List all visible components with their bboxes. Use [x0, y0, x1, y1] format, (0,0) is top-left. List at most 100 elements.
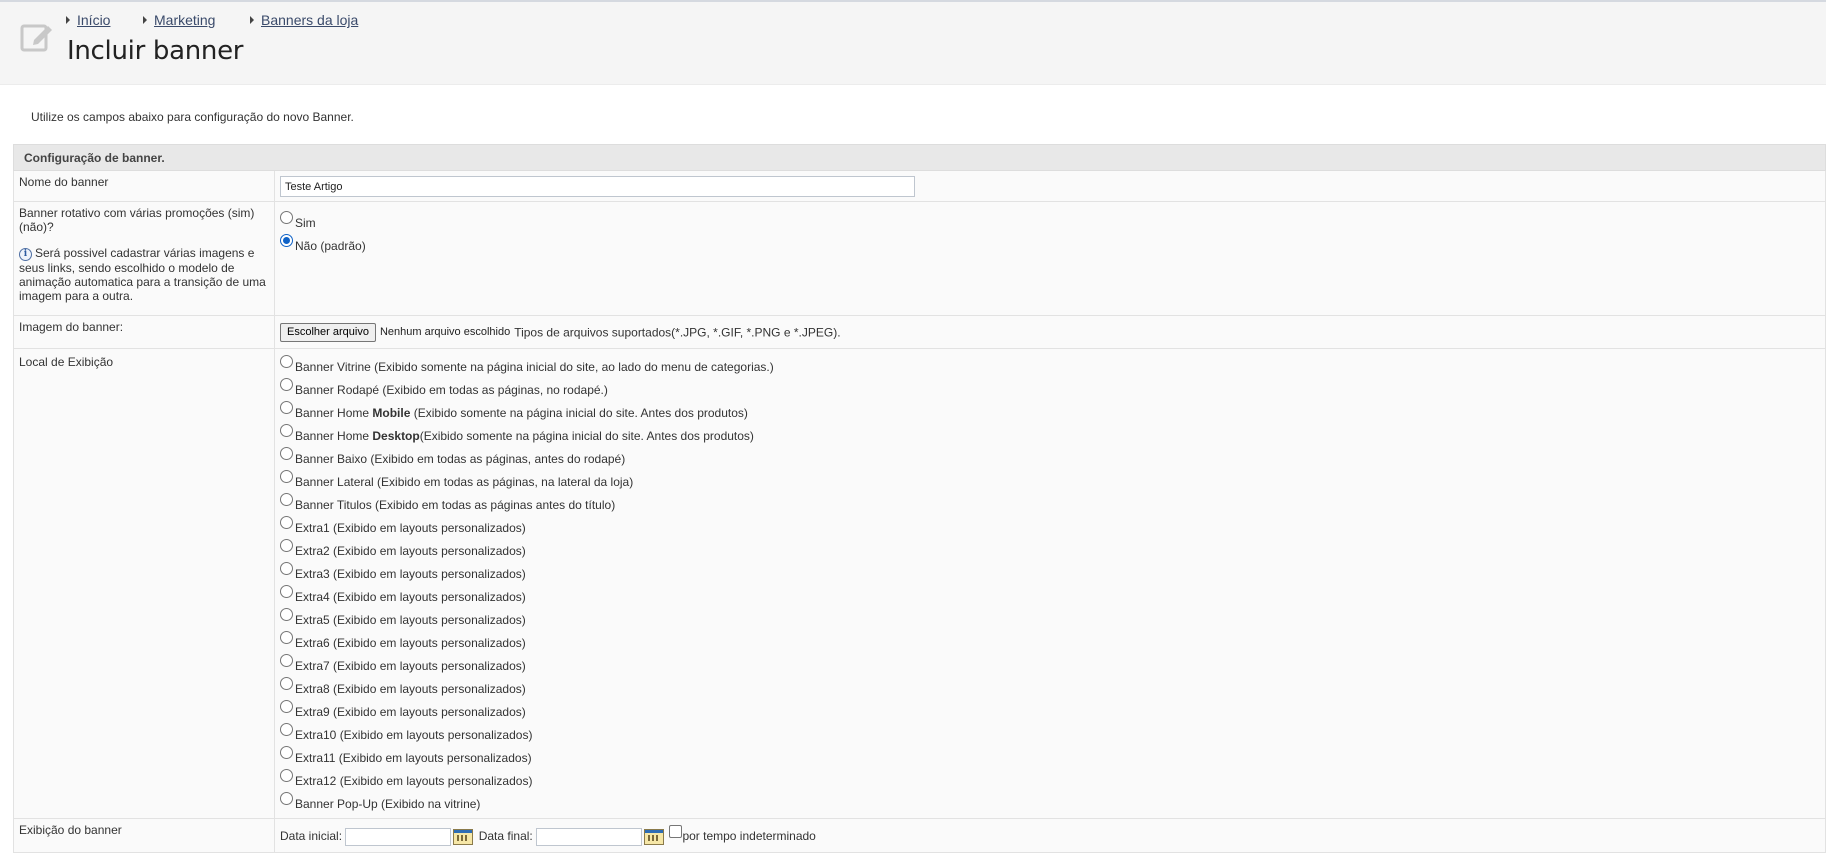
location-options: Banner Vitrine (Exibido somente na págin… — [274, 348, 1826, 819]
location-option[interactable]: Extra8 (Exibido em layouts personalizado… — [280, 677, 1820, 700]
location-option-emphasis: Mobile — [372, 406, 411, 420]
location-option[interactable]: Extra6 (Exibido em layouts personalizado… — [280, 631, 1820, 654]
radio-nao[interactable] — [280, 234, 293, 247]
location-radio[interactable] — [280, 424, 293, 437]
breadcrumb-link-marketing[interactable]: Marketing — [154, 12, 215, 28]
breadcrumb-item-inicio: Início — [66, 12, 110, 28]
location-option[interactable]: Banner Titulos (Exibido em todas as pági… — [280, 493, 1820, 516]
location-option[interactable]: Extra3 (Exibido em layouts personalizado… — [280, 562, 1820, 585]
banner-name-input[interactable] — [280, 176, 915, 197]
caret-right-icon — [250, 16, 254, 24]
radio-sim[interactable] — [280, 211, 293, 224]
location-option[interactable]: Extra11 (Exibido em layouts personalizad… — [280, 746, 1820, 769]
location-option-label: Banner Home — [295, 429, 373, 443]
rotating-note: i Será possivel cadastrar várias imagens … — [19, 246, 269, 303]
location-option-label: Extra9 (Exibido em layouts personalizado… — [295, 705, 526, 719]
location-option[interactable]: Banner Home Desktop(Exibido somente na p… — [280, 424, 1820, 447]
rotating-label: Banner rotativo com várias promoções (si… — [19, 206, 255, 234]
location-option[interactable]: Extra2 (Exibido em layouts personalizado… — [280, 539, 1820, 562]
location-radio[interactable] — [280, 516, 293, 529]
breadcrumb-link-inicio[interactable]: Início — [77, 12, 110, 28]
location-option-label: Extra8 (Exibido em layouts personalizado… — [295, 682, 526, 696]
row-rotating: Banner rotativo com várias promoções (si… — [13, 201, 1826, 316]
location-option-label: Banner Titulos (Exibido em todas as pági… — [295, 498, 616, 512]
location-radio[interactable] — [280, 654, 293, 667]
location-option-description: (Exibido somente na página inicial do si… — [410, 406, 748, 420]
rotating-option-sim[interactable]: Sim — [280, 211, 1820, 234]
file-types-text: Tipos de arquivos suportados(*.JPG, *.GI… — [514, 325, 841, 340]
row-banner-name: Nome do banner — [13, 170, 1826, 202]
location-radio[interactable] — [280, 792, 293, 805]
no-file-text: Nenhum arquivo escolhido — [379, 326, 511, 339]
location-radio[interactable] — [280, 585, 293, 598]
page-title: Incluir banner — [67, 36, 244, 66]
start-date-input[interactable] — [345, 827, 452, 846]
calendar-icon[interactable] — [453, 828, 474, 845]
location-option[interactable]: Banner Baixo (Exibido em todas as página… — [280, 447, 1820, 470]
location-option-label: Banner Vitrine (Exibido somente na págin… — [295, 360, 774, 374]
location-option[interactable]: Extra12 (Exibido em layouts personalizad… — [280, 769, 1820, 792]
location-radio[interactable] — [280, 677, 293, 690]
section-title: Configuração de banner. — [13, 144, 1826, 171]
indefinite-checkbox[interactable] — [669, 825, 683, 838]
rotating-option-nao-label: Não (padrão) — [295, 239, 366, 253]
row-location: Local de Exibição Banner Vitrine (Exibid… — [13, 348, 1826, 819]
location-option[interactable]: Extra9 (Exibido em layouts personalizado… — [280, 700, 1820, 723]
location-radio[interactable] — [280, 700, 293, 713]
location-option-label: Extra10 (Exibido em layouts personalizad… — [295, 728, 533, 742]
banner-name-label: Nome do banner — [13, 170, 275, 202]
location-option[interactable]: Banner Vitrine (Exibido somente na págin… — [280, 355, 1820, 378]
location-option[interactable]: Banner Pop-Up (Exibido na vitrine) — [280, 792, 1820, 815]
location-radio[interactable] — [280, 746, 293, 759]
location-radio[interactable] — [280, 539, 293, 552]
breadcrumb-item-banners: Banners da loja — [250, 12, 358, 28]
location-radio[interactable] — [280, 401, 293, 414]
end-date-label: Data final: — [478, 829, 533, 843]
banner-image-label: Imagem do banner: — [13, 315, 275, 349]
end-date-input[interactable] — [536, 827, 643, 846]
location-option-emphasis: Desktop — [372, 429, 420, 443]
location-option[interactable]: Extra10 (Exibido em layouts personalizad… — [280, 723, 1820, 746]
location-radio[interactable] — [280, 562, 293, 575]
breadcrumb-link-banners[interactable]: Banners da loja — [261, 12, 358, 28]
caret-right-icon — [66, 16, 70, 24]
location-option[interactable]: Extra7 (Exibido em layouts personalizado… — [280, 654, 1820, 677]
location-option[interactable]: Extra5 (Exibido em layouts personalizado… — [280, 608, 1820, 631]
location-option-label: Extra11 (Exibido em layouts personalizad… — [295, 751, 532, 765]
calendar-icon[interactable] — [644, 828, 665, 845]
location-option-label: Extra12 (Exibido em layouts personalizad… — [295, 774, 533, 788]
location-radio[interactable] — [280, 723, 293, 736]
location-radio[interactable] — [280, 493, 293, 506]
intro-text: Utilize os campos abaixo para configuraç… — [31, 110, 354, 124]
location-option-label: Banner Baixo (Exibido em todas as página… — [295, 452, 626, 466]
page-header: Início Marketing Banners da loja Incluir… — [0, 2, 1826, 85]
choose-file-button[interactable]: Escolher arquivo — [280, 323, 376, 343]
start-date-label: Data inicial: — [280, 829, 343, 843]
location-option[interactable]: Banner Lateral (Exibido em todas as pági… — [280, 470, 1820, 493]
location-radio[interactable] — [280, 378, 293, 391]
rotating-option-sim-label: Sim — [295, 216, 316, 230]
location-radio[interactable] — [280, 769, 293, 782]
location-option[interactable]: Extra4 (Exibido em layouts personalizado… — [280, 585, 1820, 608]
location-option-description: (Exibido somente na página inicial do si… — [419, 429, 754, 443]
location-radio[interactable] — [280, 355, 293, 368]
row-display: Exibição do banner Data inicial: Data fi… — [13, 818, 1826, 853]
display-label: Exibição do banner — [13, 818, 275, 853]
indefinite-label: por tempo indeterminado — [682, 829, 816, 843]
location-option[interactable]: Banner Home Mobile (Exibido somente na p… — [280, 401, 1820, 424]
location-radio[interactable] — [280, 470, 293, 483]
location-option-label: Banner Rodapé (Exibido em todas as págin… — [295, 383, 608, 397]
location-option-label: Banner Home — [295, 406, 373, 420]
rotating-option-nao[interactable]: Não (padrão) — [280, 234, 1820, 257]
location-radio[interactable] — [280, 631, 293, 644]
location-option-label: Extra3 (Exibido em layouts personalizado… — [295, 567, 526, 581]
edit-icon — [20, 24, 52, 52]
row-banner-image: Imagem do banner: Escolher arquivo Nenhum… — [13, 315, 1826, 349]
location-radio[interactable] — [280, 447, 293, 460]
location-radio[interactable] — [280, 608, 293, 621]
location-option-label: Extra5 (Exibido em layouts personalizado… — [295, 613, 526, 627]
banner-config-form: Configuração de banner. Nome do banner B… — [13, 144, 1826, 853]
location-option[interactable]: Extra1 (Exibido em layouts personalizado… — [280, 516, 1820, 539]
location-option-label: Extra4 (Exibido em layouts personalizado… — [295, 590, 526, 604]
location-option[interactable]: Banner Rodapé (Exibido em todas as págin… — [280, 378, 1820, 401]
